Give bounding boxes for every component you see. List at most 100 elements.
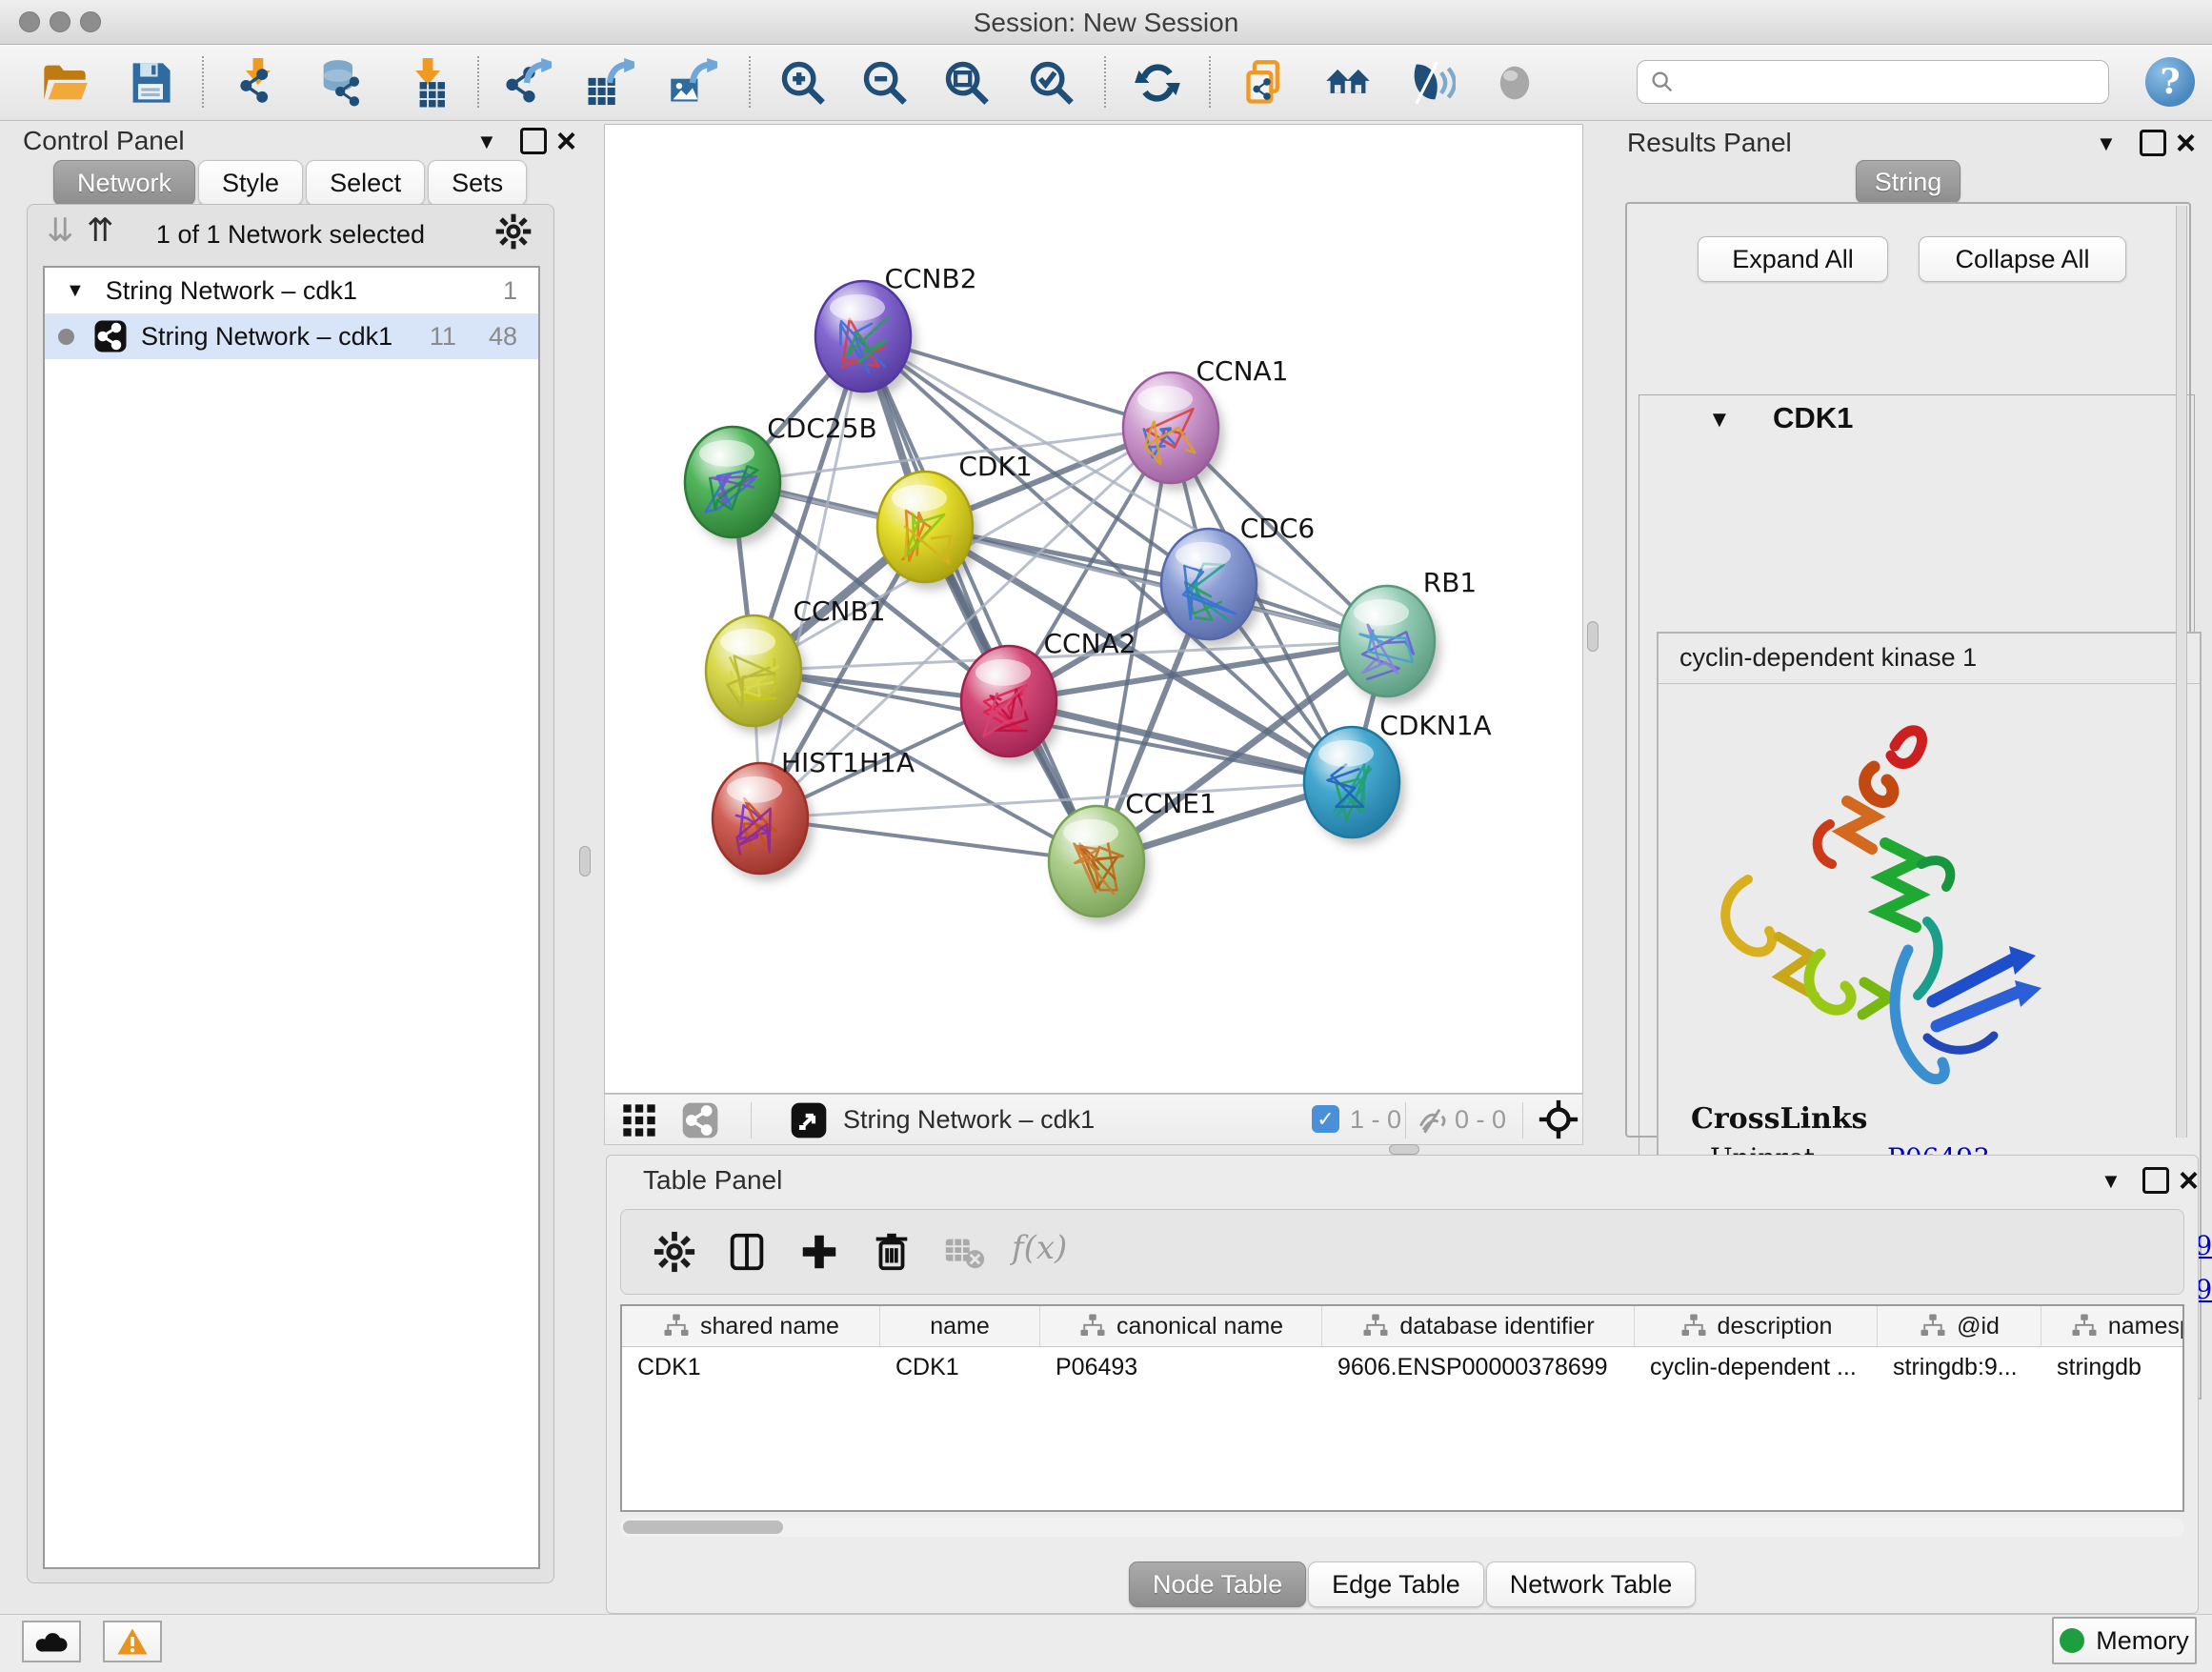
table-toolbar: f(x)	[620, 1209, 2184, 1295]
network-node-cdk1[interactable]	[877, 472, 973, 582]
network-node-ccnb2[interactable]	[815, 281, 911, 392]
table-panel-float-icon[interactable]	[2142, 1167, 2169, 1194]
network-current-dot-icon	[58, 329, 74, 345]
birds-eye-view-icon[interactable]	[790, 1101, 828, 1144]
search-input[interactable]	[1683, 67, 2108, 98]
network-collection-row[interactable]: ▼ String Network – cdk1 1	[45, 268, 538, 313]
network-node-cdc6[interactable]	[1161, 529, 1257, 639]
zoom-in-icon[interactable]	[773, 52, 834, 113]
export-image-icon[interactable]	[662, 52, 723, 113]
grid-view-icon[interactable]	[620, 1101, 658, 1144]
import-table-icon[interactable]	[396, 52, 457, 113]
tab-sets[interactable]: Sets	[428, 160, 527, 206]
table-panel-menu-icon[interactable]: ▼	[2101, 1169, 2122, 1194]
expand-all-button[interactable]: Expand All	[1698, 236, 1888, 282]
network-node-rb1[interactable]	[1339, 586, 1435, 696]
results-panel-close-icon[interactable]: ×	[2176, 126, 2196, 160]
table-cell: P06493	[1040, 1347, 1322, 1387]
network-node-ccna1[interactable]	[1123, 373, 1218, 483]
delete-column-trash-icon[interactable]	[861, 1221, 922, 1282]
hide-graphics-details-icon[interactable]	[1400, 52, 1461, 113]
warning-status-button[interactable]	[103, 1621, 162, 1662]
create-column-plus-icon[interactable]	[789, 1221, 850, 1282]
refresh-network-icon[interactable]	[1127, 52, 1188, 113]
scrollbar-thumb[interactable]	[623, 1521, 783, 1534]
network-node-hist1h1a[interactable]	[713, 763, 808, 874]
table-horizontal-scrollbar[interactable]	[620, 1518, 2184, 1537]
tab-network-table[interactable]: Network Table	[1486, 1561, 1697, 1607]
column-header--id[interactable]: @id	[1878, 1306, 2041, 1346]
network-canvas[interactable]: CCNB2CCNA1CDC25BCDK1CDC6RB1CCNB1CCNA2CDK…	[604, 124, 1583, 1094]
column-label: database identifier	[1399, 1313, 1594, 1340]
network-column-icon	[1078, 1312, 1107, 1340]
column-header-description[interactable]: description	[1635, 1306, 1878, 1346]
network-list-panel: ⇊ ⇈ 1 of 1 Network selected ▼ String Net…	[27, 204, 554, 1583]
tab-node-table[interactable]: Node Table	[1129, 1561, 1306, 1607]
selected-nodes-checkbox-icon[interactable]: ✓	[1312, 1105, 1339, 1133]
control-panel-float-icon[interactable]	[520, 128, 547, 154]
right-splitter-handle[interactable]	[1587, 621, 1599, 652]
function-builder-fx: f(x)	[1012, 1229, 1067, 1267]
results-panel-menu-icon[interactable]: ▼	[2096, 131, 2117, 156]
network-node-cdkn1a[interactable]	[1304, 727, 1399, 837]
node-label-cdk1: CDK1	[958, 451, 1032, 482]
node-table[interactable]: shared namenamecanonical name database id…	[620, 1304, 2184, 1512]
fit-selected-crosshair-icon[interactable]	[1538, 1099, 1579, 1144]
export-table-icon[interactable]	[579, 52, 640, 113]
zoom-out-icon[interactable]	[855, 52, 915, 113]
network-node-ccna2[interactable]	[961, 646, 1056, 756]
network-view-title: String Network – cdk1	[843, 1105, 1095, 1135]
network-row[interactable]: String Network – cdk1 11 48	[45, 313, 538, 359]
tab-string[interactable]: String	[1856, 160, 1961, 204]
toolbar-separator	[1209, 56, 1211, 108]
zoom-fit-icon[interactable]	[936, 52, 997, 113]
warning-icon	[116, 1627, 149, 1656]
show-homes-icon[interactable]	[1317, 52, 1378, 113]
column-label: @id	[1957, 1313, 2000, 1340]
help-button[interactable]: ?	[2145, 57, 2195, 107]
tab-edge-table[interactable]: Edge Table	[1308, 1561, 1484, 1607]
tab-style[interactable]: Style	[198, 160, 303, 206]
column-header-database-identifier[interactable]: database identifier	[1322, 1306, 1635, 1346]
show-columns-icon[interactable]	[716, 1221, 777, 1282]
save-session-icon[interactable]	[120, 52, 181, 113]
table-row[interactable]: CDK1CDK1P064939606.ENSP00000378699cyclin…	[622, 1347, 2182, 1387]
network-node-cdc25b[interactable]	[685, 427, 780, 537]
import-database-icon[interactable]	[310, 52, 371, 113]
cloud-status-button[interactable]	[22, 1621, 81, 1662]
column-header-shared-name[interactable]: shared name	[622, 1306, 880, 1346]
control-panel-close-icon[interactable]: ×	[556, 124, 576, 158]
node-label-hist1h1a: HIST1H1A	[781, 747, 915, 778]
results-panel-float-icon[interactable]	[2140, 130, 2166, 156]
column-label: namespace	[2108, 1313, 2184, 1340]
results-scrollbar[interactable]	[2176, 206, 2187, 1138]
table-options-gear-icon[interactable]	[644, 1221, 705, 1282]
tab-select[interactable]: Select	[306, 160, 425, 206]
collection-expander-icon[interactable]: ▼	[66, 280, 85, 302]
network-options-gear-icon[interactable]	[494, 212, 533, 255]
left-splitter-handle[interactable]	[579, 846, 591, 876]
tab-network[interactable]: Network	[53, 160, 195, 206]
bottom-splitter-handle[interactable]	[1389, 1144, 1419, 1155]
collapse-all-button[interactable]: Collapse All	[1919, 236, 2126, 282]
network-node-ccne1[interactable]	[1049, 806, 1144, 917]
column-label: description	[1718, 1313, 1833, 1340]
import-network-icon[interactable]	[229, 52, 290, 113]
search-field[interactable]	[1637, 60, 2109, 104]
show-graphics-details-icon[interactable]	[1484, 52, 1545, 113]
cdk1-expander-icon[interactable]: ▼	[1708, 407, 1731, 433]
export-network-icon[interactable]	[496, 52, 557, 113]
table-panel-close-icon[interactable]: ×	[2179, 1163, 2199, 1198]
results-panel: Results Panel ▼ × String Expand All Coll…	[1619, 122, 2199, 1138]
column-header-namespace[interactable]: namespace	[2041, 1306, 2184, 1346]
network-node-ccnb1[interactable]	[706, 615, 801, 726]
open-session-icon[interactable]	[34, 52, 95, 113]
memory-button[interactable]: Memory	[2052, 1617, 2197, 1664]
table-cell: CDK1	[880, 1347, 1040, 1387]
duplicate-network-icon[interactable]	[1237, 52, 1297, 113]
zoom-selected-icon[interactable]	[1021, 52, 1082, 113]
control-panel-menu-icon[interactable]: ▼	[476, 130, 497, 154]
column-header-name[interactable]: name	[880, 1306, 1040, 1346]
column-header-canonical-name[interactable]: canonical name	[1040, 1306, 1322, 1346]
string-badge-icon[interactable]	[681, 1101, 719, 1144]
